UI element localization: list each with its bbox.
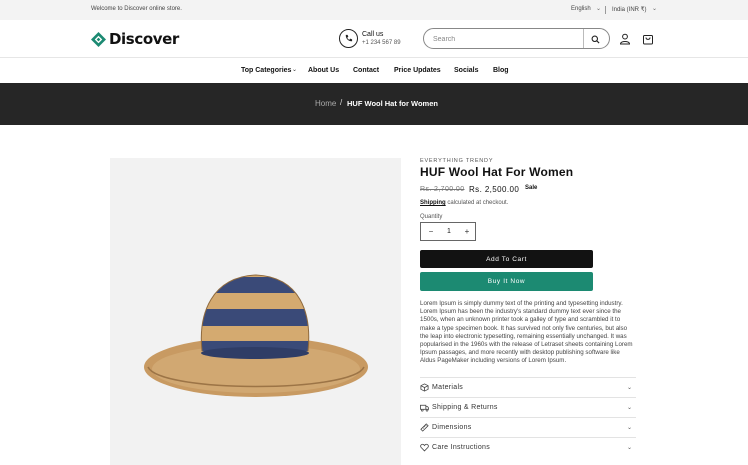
nav-item-socials[interactable]: Socials	[454, 67, 479, 74]
search-icon[interactable]	[588, 33, 602, 45]
accordion-label: Dimensions	[432, 424, 472, 431]
divider	[605, 6, 606, 14]
sale-price: Rs. 2,500.00	[469, 185, 520, 194]
search-input[interactable]	[433, 33, 578, 45]
shipping-note: Shipping calculated at checkout.	[420, 200, 508, 206]
logo-text: Discover	[109, 30, 179, 48]
accordion-materials[interactable]: Materials ⌄	[420, 377, 636, 397]
quantity-decrease-button[interactable]: −	[426, 227, 436, 236]
chevron-down-icon: ⌄	[626, 445, 632, 451]
truck-icon	[420, 404, 429, 412]
shipping-text: calculated at checkout.	[447, 200, 509, 206]
chevron-down-icon[interactable]: ⌄	[292, 66, 297, 73]
accordion-label: Materials	[432, 384, 464, 391]
hat-image	[144, 274, 368, 397]
sale-badge: Sale	[521, 184, 542, 194]
main-nav: Top Categories ⌄ About Us Contact Price …	[0, 58, 748, 83]
nav-item-price-updates[interactable]: Price Updates	[394, 67, 441, 74]
quantity-input[interactable]: 1	[444, 228, 454, 235]
breadcrumb-banner: Home / HUF Wool Hat for Women	[0, 83, 748, 125]
user-icon[interactable]	[619, 33, 631, 45]
breadcrumb-current: HUF Wool Hat for Women	[347, 99, 438, 108]
nav-item-blog[interactable]: Blog	[493, 67, 509, 74]
language-selector[interactable]: English	[571, 6, 591, 12]
site-header: Discover Call us +1 234 567 89	[0, 20, 748, 58]
chevron-down-icon[interactable]: ⌄	[652, 5, 657, 12]
product-vendor: EVERYTHING TRENDY	[420, 158, 494, 164]
accordion-label: Care Instructions	[432, 444, 491, 451]
accordion-shipping-returns[interactable]: Shipping & Returns ⌄	[420, 397, 636, 417]
quantity-stepper: − 1 +	[420, 222, 476, 241]
welcome-text: Welcome to Discover online store.	[91, 6, 182, 12]
diamond-logo-icon	[91, 31, 106, 47]
cart-icon[interactable]	[642, 32, 654, 45]
breadcrumb-home[interactable]: Home	[315, 99, 336, 108]
search-bar	[423, 28, 610, 49]
ruler-icon	[420, 423, 429, 432]
buy-now-button[interactable]: Buy It Now	[420, 272, 593, 291]
product-image[interactable]	[110, 158, 401, 465]
accordion-dimensions[interactable]: Dimensions ⌄	[420, 417, 636, 437]
quantity-increase-button[interactable]: +	[462, 227, 472, 236]
chevron-down-icon: ⌄	[626, 405, 632, 411]
chevron-down-icon: ⌄	[626, 385, 632, 391]
regular-price: Rs. 2,700.00	[420, 186, 465, 193]
chevron-down-icon[interactable]: ⌄	[596, 5, 601, 12]
product-description: Lorem Ipsum is simply dummy text of the …	[420, 300, 633, 365]
materials-icon	[420, 383, 429, 392]
call-number[interactable]: +1 234 567 89	[362, 40, 401, 46]
accordion-label: Shipping & Returns	[432, 404, 498, 411]
call-label: Call us	[362, 31, 384, 38]
heart-icon	[420, 443, 429, 452]
search-divider	[583, 29, 584, 48]
nav-item-contact[interactable]: Contact	[353, 67, 379, 74]
breadcrumb-separator: /	[340, 98, 343, 107]
nav-item-about-us[interactable]: About Us	[308, 67, 339, 74]
shipping-link[interactable]: Shipping	[420, 200, 446, 206]
phone-icon[interactable]	[339, 29, 358, 48]
nav-item-top-categories[interactable]: Top Categories	[241, 67, 291, 74]
announcement-bar: Welcome to Discover online store. Englis…	[0, 0, 748, 20]
accordion-care-instructions[interactable]: Care Instructions ⌄	[420, 437, 636, 457]
quantity-label: Quantity	[420, 214, 443, 220]
chevron-down-icon: ⌄	[626, 425, 632, 431]
country-selector[interactable]: India (INR ₹)	[612, 6, 647, 13]
add-to-cart-button[interactable]: Add To Cart	[420, 250, 593, 268]
product-title: HUF Wool Hat For Women	[420, 165, 574, 179]
logo[interactable]: Discover	[91, 30, 179, 48]
